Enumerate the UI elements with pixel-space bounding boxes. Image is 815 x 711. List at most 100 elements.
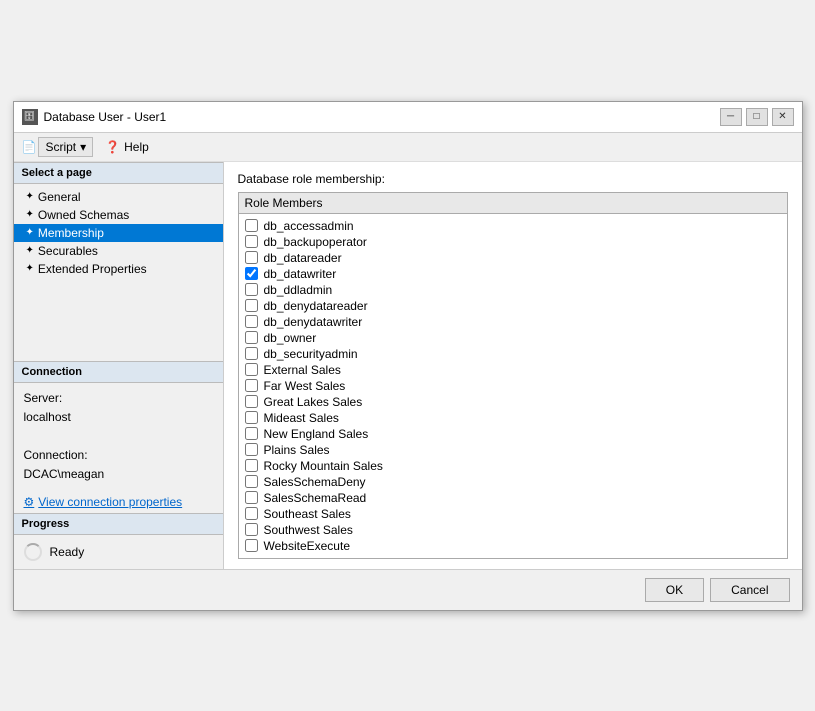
role-checkbox-sales-schema-read[interactable] xyxy=(245,491,258,504)
sidebar-item-securables[interactable]: ✦ Securables xyxy=(14,242,223,260)
role-row-sales-schema-read: SalesSchemaRead xyxy=(245,490,781,506)
arrow-icon-general: ✦ xyxy=(26,191,34,202)
role-checkbox-db_ddladmin[interactable] xyxy=(245,283,258,296)
connection-value: DCAC\meagan xyxy=(24,465,213,484)
role-label-southwest-sales: Southwest Sales xyxy=(264,523,353,537)
role-checkbox-website-execute[interactable] xyxy=(245,539,258,552)
role-label-new-england-sales: New England Sales xyxy=(264,427,369,441)
role-row-plains-sales: Plains Sales xyxy=(245,442,781,458)
cancel-button[interactable]: Cancel xyxy=(710,578,789,602)
role-checkbox-db_accessadmin[interactable] xyxy=(245,219,258,232)
app-icon: 🗄 xyxy=(22,109,38,125)
script-button[interactable]: Script ▾ xyxy=(38,137,93,157)
title-bar: 🗄 Database User - User1 ─ □ ✕ xyxy=(14,102,802,133)
sidebar: Select a page ✦ General ✦ Owned Schemas … xyxy=(14,162,224,569)
sidebar-item-membership[interactable]: ✦ Membership xyxy=(14,224,223,242)
close-button[interactable]: ✕ xyxy=(772,108,794,126)
role-checkbox-db_securityadmin[interactable] xyxy=(245,347,258,360)
membership-box: Role Members db_accessadmindb_backupoper… xyxy=(238,192,788,559)
role-checkbox-southeast-sales[interactable] xyxy=(245,507,258,520)
role-checkbox-sales-schema-deny[interactable] xyxy=(245,475,258,488)
sidebar-item-extended-properties-label: Extended Properties xyxy=(38,262,147,276)
role-checkbox-southwest-sales[interactable] xyxy=(245,523,258,536)
minimize-button[interactable]: ─ xyxy=(720,108,742,126)
role-row-db_datareader: db_datareader xyxy=(245,250,781,266)
arrow-icon-membership: ✦ xyxy=(26,227,34,238)
script-icon: 📄 xyxy=(22,140,37,154)
role-label-db_datawriter: db_datawriter xyxy=(264,267,337,281)
role-row-southwest-sales: Southwest Sales xyxy=(245,522,781,538)
role-label-db_denydatawriter: db_denydatawriter xyxy=(264,315,363,329)
ok-button[interactable]: OK xyxy=(645,578,704,602)
server-label: Server: xyxy=(24,389,213,408)
connection-properties-icon: ⚙ xyxy=(24,495,35,509)
sidebar-item-owned-schemas[interactable]: ✦ Owned Schemas xyxy=(14,206,223,224)
footer: OK Cancel xyxy=(14,569,802,610)
role-checkbox-db_datareader[interactable] xyxy=(245,251,258,264)
role-row-rocky-mountain-sales: Rocky Mountain Sales xyxy=(245,458,781,474)
sidebar-items: ✦ General ✦ Owned Schemas ✦ Membership ✦… xyxy=(14,184,223,282)
role-row-db_denydatareader: db_denydatareader xyxy=(245,298,781,314)
role-label-mideast-sales: Mideast Sales xyxy=(264,411,339,425)
role-row-southeast-sales: Southeast Sales xyxy=(245,506,781,522)
role-row-db_denydatawriter: db_denydatawriter xyxy=(245,314,781,330)
role-label-sales-schema-deny: SalesSchemaDeny xyxy=(264,475,366,489)
arrow-icon-owned-schemas: ✦ xyxy=(26,209,34,220)
server-value: localhost xyxy=(24,408,213,427)
content-area: Select a page ✦ General ✦ Owned Schemas … xyxy=(14,162,802,569)
script-label: Script xyxy=(45,140,76,154)
role-checkbox-external-sales[interactable] xyxy=(245,363,258,376)
view-connection-properties-link[interactable]: ⚙ View connection properties xyxy=(14,491,223,513)
role-label-great-lakes-sales: Great Lakes Sales xyxy=(264,395,363,409)
select-page-header: Select a page xyxy=(14,162,223,184)
maximize-button[interactable]: □ xyxy=(746,108,768,126)
role-row-external-sales: External Sales xyxy=(245,362,781,378)
role-checkbox-rocky-mountain-sales[interactable] xyxy=(245,459,258,472)
connection-details: Server: localhost Connection: DCAC\meaga… xyxy=(14,383,223,491)
help-button[interactable]: ❓ Help xyxy=(99,138,155,156)
window-title: Database User - User1 xyxy=(44,110,167,124)
role-label-far-west-sales: Far West Sales xyxy=(264,379,346,393)
toolbar: 📄 Script ▾ ❓ Help xyxy=(14,133,802,162)
role-label-external-sales: External Sales xyxy=(264,363,341,377)
role-row-db_owner: db_owner xyxy=(245,330,781,346)
role-checkbox-db_owner[interactable] xyxy=(245,331,258,344)
role-label-sales-schema-read: SalesSchemaRead xyxy=(264,491,367,505)
role-row-db_securityadmin: db_securityadmin xyxy=(245,346,781,362)
role-checkbox-db_backupoperator[interactable] xyxy=(245,235,258,248)
view-connection-label: View connection properties xyxy=(38,495,182,509)
role-checkbox-mideast-sales[interactable] xyxy=(245,411,258,424)
main-window: 🗄 Database User - User1 ─ □ ✕ 📄 Script ▾… xyxy=(13,101,803,611)
role-row-db_backupoperator: db_backupoperator xyxy=(245,234,781,250)
title-bar-controls: ─ □ ✕ xyxy=(720,108,794,126)
progress-content: Ready xyxy=(14,535,223,569)
arrow-icon-extended-properties: ✦ xyxy=(26,263,34,274)
progress-status: Ready xyxy=(50,545,85,559)
role-label-plains-sales: Plains Sales xyxy=(264,443,330,457)
main-panel: Database role membership: Role Members d… xyxy=(224,162,802,569)
sidebar-item-extended-properties[interactable]: ✦ Extended Properties xyxy=(14,260,223,278)
role-checkbox-db_denydatareader[interactable] xyxy=(245,299,258,312)
role-label-website-execute: WebsiteExecute xyxy=(264,539,351,553)
role-row-db_accessadmin: db_accessadmin xyxy=(245,218,781,234)
role-label-db_datareader: db_datareader xyxy=(264,251,342,265)
role-row-great-lakes-sales: Great Lakes Sales xyxy=(245,394,781,410)
role-label-southeast-sales: Southeast Sales xyxy=(264,507,351,521)
role-row-far-west-sales: Far West Sales xyxy=(245,378,781,394)
role-label-rocky-mountain-sales: Rocky Mountain Sales xyxy=(264,459,383,473)
role-row-sales-schema-deny: SalesSchemaDeny xyxy=(245,474,781,490)
arrow-icon-securables: ✦ xyxy=(26,245,34,256)
progress-spinner-icon xyxy=(24,543,42,561)
help-label: Help xyxy=(124,140,149,154)
panel-title: Database role membership: xyxy=(238,172,788,186)
role-checkbox-db_denydatawriter[interactable] xyxy=(245,315,258,328)
role-checkbox-far-west-sales[interactable] xyxy=(245,379,258,392)
sidebar-item-membership-label: Membership xyxy=(38,226,104,240)
role-row-website-execute: WebsiteExecute xyxy=(245,538,781,554)
role-checkbox-great-lakes-sales[interactable] xyxy=(245,395,258,408)
role-checkbox-new-england-sales[interactable] xyxy=(245,427,258,440)
role-label-db_denydatareader: db_denydatareader xyxy=(264,299,368,313)
role-checkbox-plains-sales[interactable] xyxy=(245,443,258,456)
role-checkbox-db_datawriter[interactable] xyxy=(245,267,258,280)
sidebar-item-general[interactable]: ✦ General xyxy=(14,188,223,206)
